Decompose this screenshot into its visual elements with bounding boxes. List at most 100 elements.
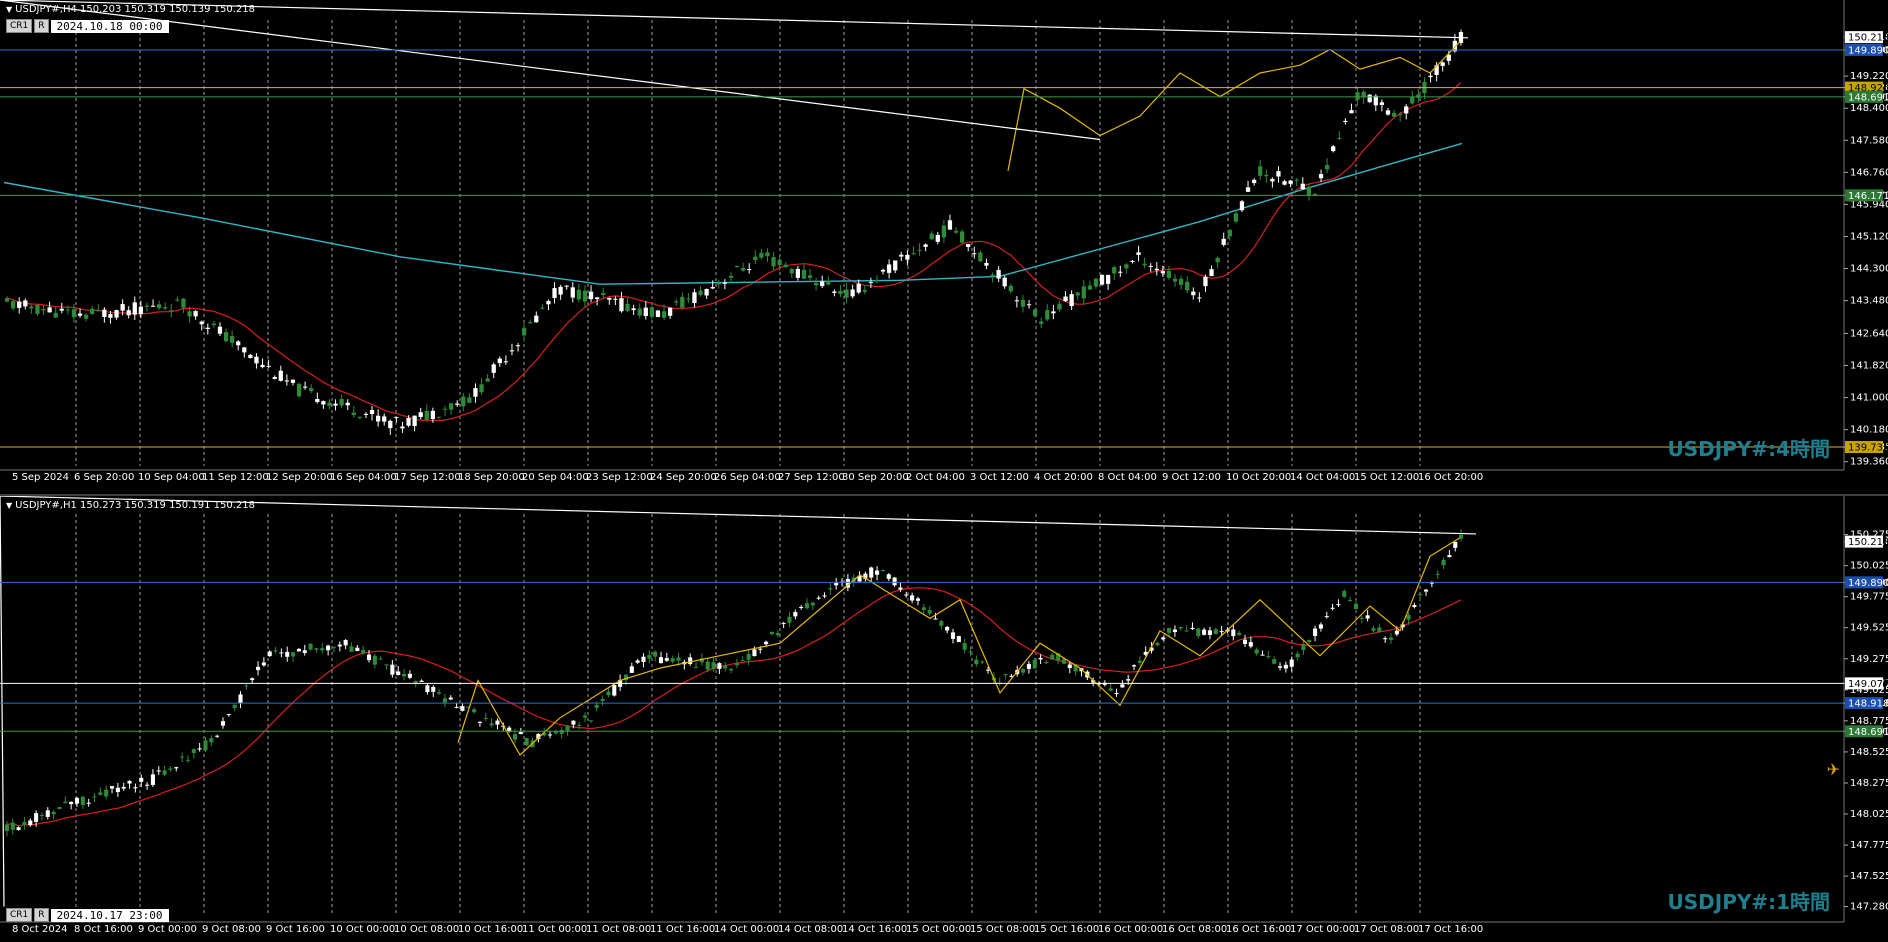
candle-body — [1312, 193, 1318, 196]
candle-body — [472, 709, 477, 713]
candle-body — [1342, 591, 1347, 597]
candle-body — [862, 290, 867, 292]
candle-body — [968, 651, 973, 653]
candle-body — [150, 774, 155, 785]
candle-body — [875, 570, 880, 575]
candle-body — [1406, 614, 1411, 620]
candle-body — [1105, 274, 1111, 284]
x-axis-tick-label: 6 Sep 20:00 — [74, 472, 134, 483]
candle-body — [261, 662, 266, 666]
price-level-tag-text: 148.691 — [1848, 92, 1888, 103]
candle-body — [229, 336, 235, 343]
x-axis-tick-label: 11 Sep 12:00 — [202, 472, 269, 483]
candle-body — [787, 616, 792, 623]
trend-line[interactable] — [0, 496, 5, 907]
candle-body — [1063, 296, 1068, 302]
candle-body — [406, 418, 411, 426]
candle-body — [588, 291, 594, 300]
candle-body — [104, 789, 109, 797]
candle-body — [1258, 166, 1263, 176]
candle-body — [747, 269, 752, 271]
candle-body — [1197, 297, 1202, 299]
collapse-triangle-icon[interactable]: ▼ — [6, 5, 12, 14]
x-axis-tick-label: 11 Oct 08:00 — [586, 924, 651, 935]
candle-body — [1166, 270, 1172, 278]
candle-body — [1131, 665, 1137, 667]
candle-body — [822, 595, 827, 597]
cr1-button[interactable]: CR1 — [6, 19, 33, 33]
x-axis-tick-label: 10 Oct 08:00 — [394, 924, 459, 935]
candle-body — [795, 268, 801, 278]
candle-body — [1196, 628, 1201, 637]
h4-chart-pane[interactable]: 5 Sep 2024 6 Sep 20:00 10 Sep 04:00 11 Sep … — [0, 0, 1888, 494]
candle-body — [296, 648, 301, 652]
candle-body — [1300, 183, 1305, 190]
candle-body — [577, 724, 582, 726]
candle-body — [653, 651, 658, 657]
candle-body — [384, 664, 389, 666]
x-axis-tick-label: 11 Oct 00:00 — [522, 924, 587, 935]
candle-body — [454, 706, 459, 708]
candle-body — [254, 356, 259, 364]
candle-body — [956, 636, 961, 643]
candle-body — [1026, 664, 1031, 669]
candle-body — [1002, 277, 1007, 287]
candle-body — [1318, 174, 1324, 179]
r-button[interactable]: R — [34, 19, 49, 33]
h1-chart-pane[interactable]: 8 Oct 2024 8 Oct 16:00 9 Oct 00:00 9 Oct 08… — [0, 496, 1888, 942]
candle-body — [1435, 573, 1440, 575]
x-axis-tick-label: 11 Oct 16:00 — [650, 924, 715, 935]
candle-body — [1383, 638, 1388, 640]
candle-body — [1412, 605, 1417, 607]
y-axis-tick-label: 140.180 — [1850, 425, 1888, 436]
candle-body — [86, 802, 91, 804]
candle-body — [893, 260, 898, 271]
candle-body — [180, 756, 185, 758]
candle-body — [1178, 278, 1184, 285]
cr1-button[interactable]: CR1 — [6, 908, 33, 922]
candle-body — [1336, 604, 1341, 606]
candle-body — [1154, 268, 1159, 271]
candle-body — [664, 658, 669, 661]
candle-body — [576, 289, 582, 300]
candle-body — [804, 603, 810, 609]
h4-date-box: 2024.10.18 00:00 — [50, 19, 169, 33]
candle-body — [1213, 629, 1218, 635]
candle-body — [1306, 186, 1312, 195]
candle-body — [41, 309, 46, 311]
candle-body — [921, 607, 926, 611]
candle-body — [150, 305, 156, 307]
price-level-tag-text: 139.735 — [1848, 443, 1888, 454]
candle-body — [524, 738, 529, 746]
candle-body — [133, 787, 138, 789]
candle-body — [1202, 629, 1207, 635]
y-axis-tick-label: 148.275 — [1850, 778, 1888, 789]
candle-body — [326, 645, 331, 651]
satellite-tool-icon[interactable]: ✈ — [1827, 760, 1840, 779]
r-button[interactable]: R — [34, 908, 49, 922]
candle-body — [467, 397, 472, 403]
candle-body — [558, 286, 563, 295]
candle-body — [211, 323, 217, 326]
candle-body — [1397, 114, 1403, 116]
candle-body — [327, 402, 332, 406]
candle-body — [291, 652, 296, 657]
candle-body — [491, 364, 496, 373]
candle-body — [552, 288, 557, 299]
candle-body — [1087, 285, 1093, 290]
candle-body — [1324, 165, 1330, 170]
candle-body — [390, 664, 395, 675]
candle-body — [357, 416, 363, 418]
candle-body — [1221, 238, 1226, 245]
candle-body — [1126, 679, 1131, 681]
h4-chart-canvas[interactable]: 5 Sep 2024 6 Sep 20:00 10 Sep 04:0011 Sep … — [0, 0, 1888, 494]
h1-chart-canvas[interactable]: 8 Oct 2024 8 Oct 16:00 9 Oct 00:00 9 Oct 08… — [0, 496, 1888, 942]
collapse-triangle-icon[interactable]: ▼ — [6, 501, 12, 510]
candle-body — [394, 417, 399, 419]
candle-body — [144, 305, 150, 307]
candle-body — [521, 327, 527, 336]
candle-body — [1377, 627, 1382, 632]
candle-body — [197, 748, 202, 750]
candle-body — [163, 307, 168, 309]
candle-body — [424, 410, 429, 420]
